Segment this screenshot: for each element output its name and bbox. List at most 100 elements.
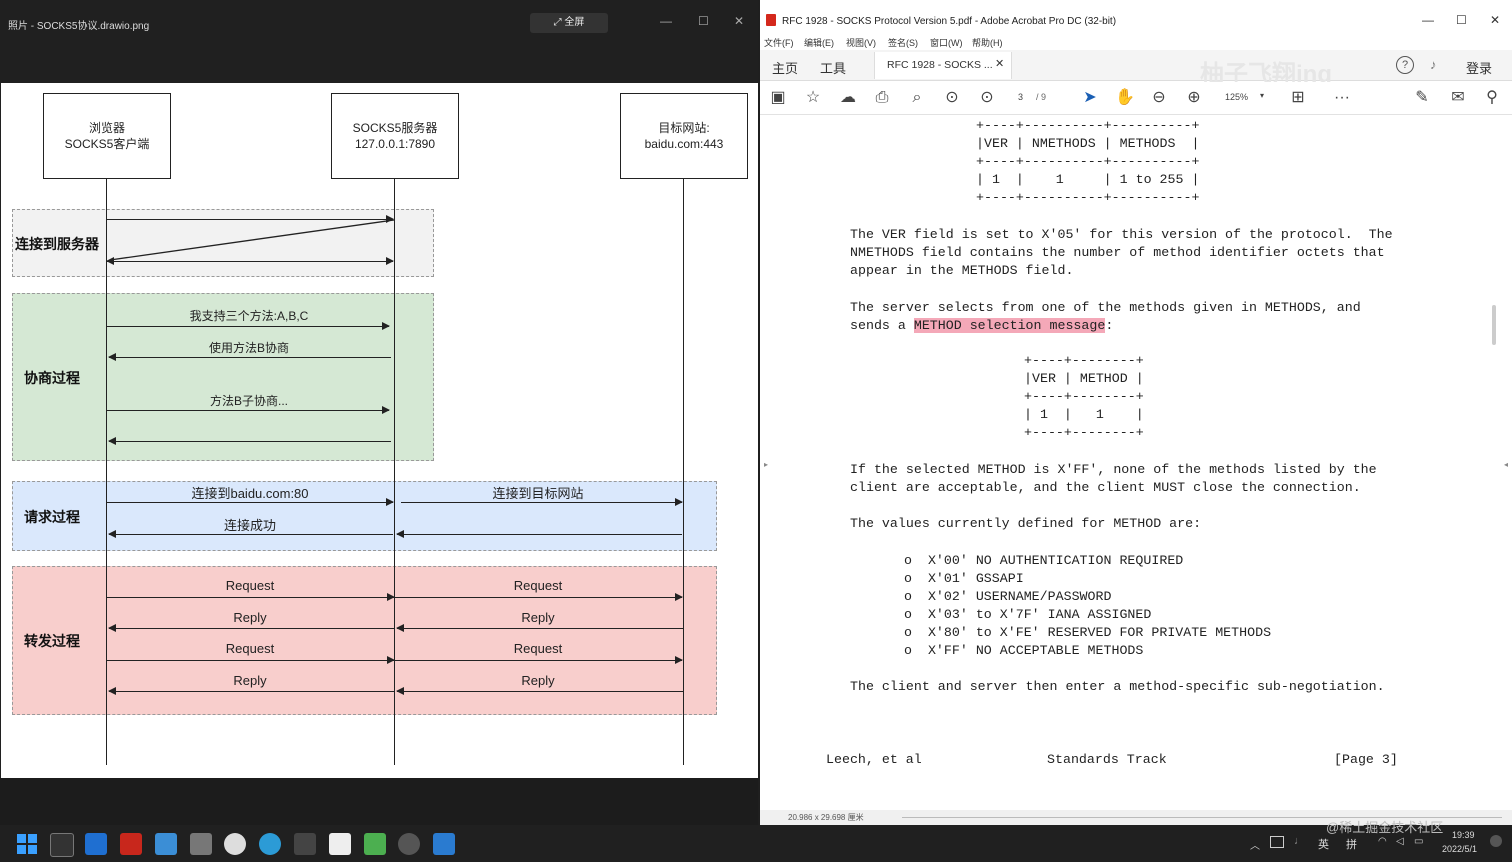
hand-tool-icon[interactable]: ✋ [1115,88,1135,108]
tray-app-icon[interactable] [1270,836,1284,848]
msg-reply-2a: Reply [233,673,267,688]
sequence-diagram-canvas: 连接到服务器 协商过程 请求过程 转发过程 浏览器 SOCKS5客户端 SOCK… [1,83,758,778]
email-icon[interactable]: ✉ [1448,88,1468,108]
app-icon[interactable] [294,833,316,855]
search-app-icon[interactable] [224,833,246,855]
acrobat-app-icon[interactable] [120,833,142,855]
start-windows-icon[interactable] [16,833,38,855]
right-panel-toggle-icon[interactable]: ◂ [1504,460,1508,469]
arrow-reply-2a [108,685,394,697]
clock-date[interactable]: 2022/5/1 [1442,844,1477,854]
more-tools-icon[interactable]: ··· [1332,88,1352,108]
page-total: / 9 [1036,92,1047,102]
select-cursor-icon[interactable]: ➤ [1080,88,1100,108]
msg-connect-success: 连接成功 [223,518,276,533]
print-icon[interactable]: ⎙ [872,88,892,108]
zoom-in-icon[interactable]: ⊕ [1184,88,1204,108]
maximize-button[interactable]: ☐ [698,14,709,28]
volume-icon[interactable]: ◁ [1396,836,1404,847]
table-line: +----+--------+ [1024,353,1144,368]
minimize-button[interactable]: — [660,14,672,28]
paragraph-line: The values currently defined for METHOD … [850,516,1202,531]
participant-target-name: 目标网站: [658,121,710,135]
tab-tools[interactable]: 工具 [820,58,846,77]
tray-chevron-up-icon[interactable]: ︿ [1250,837,1260,852]
share-user-icon[interactable]: ⚲ [1482,88,1502,108]
acrobat-close-button[interactable]: ✕ [1490,13,1500,27]
arrow-connect-success [108,528,393,540]
menu-help[interactable]: 帮助(H) [972,36,1003,49]
menu-sign[interactable]: 签名(S) [888,36,918,49]
msg-connect-baidu: 连接到baidu.com:80 [191,486,309,501]
arrow-subnegotiate [107,404,390,416]
acrobat-minimize-button[interactable]: — [1422,13,1434,27]
menu-file[interactable]: 文件(F) [764,36,794,49]
menu-edit[interactable]: 编辑(E) [804,36,834,49]
wifi-icon[interactable]: ◠ [1378,836,1387,847]
photos-app-icon[interactable] [155,833,177,855]
chrome-app-icon[interactable] [398,833,420,855]
menu-window[interactable]: 窗口(W) [930,36,963,49]
scrollbar-thumb[interactable] [1492,305,1496,345]
fullscreen-button[interactable]: ⤢ 全屏 [530,13,608,33]
acrobat-titlebar: RFC 1928 - SOCKS Protocol Version 5.pdf … [760,10,1512,34]
terminal-app-icon[interactable] [50,833,74,857]
arrow-request-2a [107,654,395,666]
ime-pinyin-indicator[interactable]: 拼 [1346,836,1357,852]
typora-app-icon[interactable] [329,833,351,855]
paragraph-line: NMETHODS field contains the number of me… [850,245,1385,260]
sign-pen-icon[interactable]: ✎ [1412,88,1432,108]
vscode-app-icon[interactable] [85,833,107,855]
arrow-reply-1b [396,622,683,634]
list-item: o X'01' GSSAPI [904,571,1024,586]
edge-app-icon[interactable] [259,833,281,855]
notepad-app-icon[interactable] [190,833,212,855]
help-icon[interactable]: ? [1396,56,1414,74]
page-down-icon[interactable]: ⊙ [977,88,997,108]
left-panel-toggle-icon[interactable]: ▸ [764,460,768,469]
paragraph-text: : [1105,318,1114,333]
notification-icon[interactable] [1490,835,1502,847]
participant-target: 目标网站: baidu.com:443 [620,93,748,179]
paragraph-line: sends a METHOD selection message: [850,317,1113,335]
screenshot-app-icon[interactable] [433,833,455,855]
arrow-connect-baidu [107,496,394,508]
page-number-input[interactable]: 3 [1018,92,1023,102]
search-zoom-icon[interactable]: ⌕ [907,88,927,108]
highlighted-text[interactable]: METHOD selection message [913,318,1106,333]
msg-connect-target: 连接到目标网站 [492,486,584,501]
page-up-icon[interactable]: ⊙ [942,88,962,108]
battery-icon[interactable]: ▭ [1414,836,1423,847]
bell-icon[interactable]: ♪ [1430,57,1437,72]
msg-request-1b: Request [513,578,563,593]
tab-home[interactable]: 主页 [772,58,798,77]
tray-mic-icon[interactable]: ♩ [1294,835,1305,847]
acrobat-maximize-button[interactable]: ☐ [1456,13,1467,27]
table-line: |VER | METHOD | [1024,371,1144,386]
upload-cloud-icon[interactable]: ☁ [838,88,858,108]
clock-time[interactable]: 19:39 [1452,830,1475,840]
participant-server-name: SOCKS5服务器 [352,121,438,135]
msg-request-2b: Request [513,641,563,656]
region-label-request: 请求过程 [24,509,80,525]
zoom-out-icon[interactable]: ⊖ [1149,88,1169,108]
tab-document[interactable]: RFC 1928 - SOCKS ... ✕ [874,52,1012,79]
arrow-request-1b [395,591,683,603]
acrobat-toolbar: ▣ ☆ ☁ ⎙ ⌕ ⊙ ⊙ 3 / 9 ➤ ✋ ⊖ ⊕ 125% ▾ ⊞ ···… [760,82,1512,115]
drawio-app-icon[interactable] [364,833,386,855]
tab-close-icon[interactable]: ✕ [995,57,1004,70]
zoom-chevron-down-icon[interactable]: ▾ [1260,91,1264,100]
signin-button[interactable]: 登录 [1466,58,1492,77]
menu-view[interactable]: 视图(V) [846,36,876,49]
ime-mode-indicator[interactable]: 英 [1318,836,1329,852]
bookmark-star-icon[interactable]: ☆ [803,88,823,108]
zoom-level-dropdown[interactable]: 125% [1225,92,1248,102]
table-line: | 1 | 1 | [1024,407,1144,422]
page-fit-icon[interactable]: ⊞ [1288,88,1308,108]
paragraph-line: The client and server then enter a metho… [850,679,1385,694]
participant-client: 浏览器 SOCKS5客户端 [43,93,171,179]
list-item: o X'03' to X'7F' IANA ASSIGNED [904,607,1152,622]
close-button[interactable]: ✕ [734,14,744,28]
participant-client-role: SOCKS5客户端 [64,137,150,151]
save-icon[interactable]: ▣ [768,88,788,108]
